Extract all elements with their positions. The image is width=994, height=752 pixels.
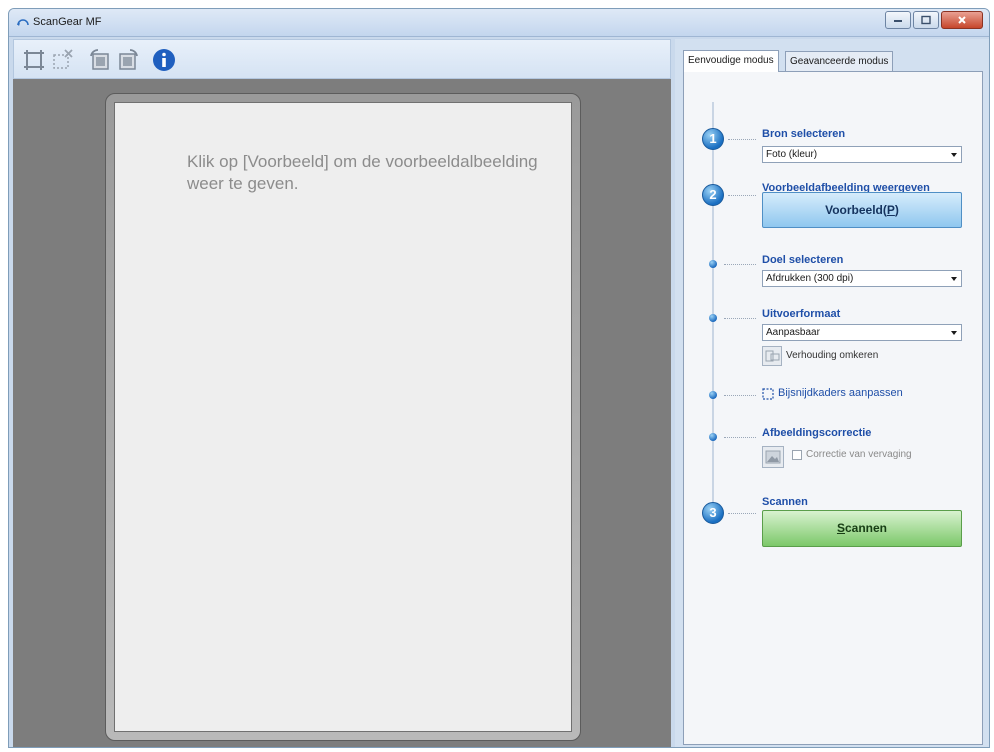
preview-button-key: P	[886, 203, 895, 217]
close-icon	[958, 16, 966, 24]
preview-button-end: )	[894, 203, 899, 217]
scan-button-text: cannen	[845, 521, 888, 535]
preview-message: Klik op [Voorbeeld] om de voorbeeldalbee…	[187, 152, 538, 193]
preview-button[interactable]: Voorbeeld(P)	[762, 192, 962, 228]
swap-ratio-label: Verhouding omkeren	[786, 350, 879, 361]
step-3-badge: 3	[702, 502, 724, 524]
swap-ratio-button[interactable]	[762, 346, 782, 366]
preview-area[interactable]: Klik op [Voorbeeld] om de voorbeeldalbee…	[13, 79, 671, 747]
scangear-logo-icon	[17, 19, 29, 26]
step-connector	[728, 195, 756, 196]
scan-button-key: S	[836, 521, 845, 535]
scan-heading: Scannen	[762, 496, 808, 508]
step-dot-correction	[709, 433, 717, 441]
crop-adjust-link[interactable]: Bijsnijdkaders aanpassen	[778, 387, 903, 399]
chevron-down-icon	[951, 331, 957, 335]
minimize-icon	[894, 20, 902, 22]
step-1-badge: 1	[702, 128, 724, 150]
maximize-button[interactable]	[913, 11, 939, 29]
step-dot-output	[709, 314, 717, 322]
image-correction-icon	[762, 446, 784, 468]
window-controls	[885, 11, 983, 29]
chevron-down-icon	[951, 277, 957, 281]
settings-panel: Eenvoudige modus Geavanceerde modus 1 Br…	[675, 39, 989, 747]
preview-paper[interactable]: Klik op [Voorbeeld] om de voorbeeldalbee…	[114, 102, 572, 732]
scangear-window: ScanGear MF Klik op [Voorbeeld] om de vo…	[8, 8, 990, 748]
output-select[interactable]: Aanpasbaar	[762, 324, 962, 341]
correction-heading: Afbeeldingscorrectie	[762, 427, 872, 439]
step-connector	[724, 395, 756, 396]
title-bar: ScanGear MF	[9, 9, 989, 37]
source-select[interactable]: Foto (kleur)	[762, 146, 962, 163]
step-connector	[724, 264, 756, 265]
step-connector	[728, 513, 756, 514]
destination-select[interactable]: Afdrukken (300 dpi)	[762, 270, 962, 287]
tab-advanced-mode[interactable]: Geavanceerde modus	[785, 51, 894, 71]
scan-button[interactable]: Scannen	[762, 510, 962, 547]
step-connector	[724, 437, 756, 438]
blur-correction-checkbox[interactable]	[792, 450, 802, 460]
info-icon[interactable]	[152, 48, 176, 72]
steps-rail	[712, 102, 714, 502]
preview-button-text: Voorbeeld(	[825, 203, 887, 217]
destination-heading: Doel selecteren	[762, 254, 844, 266]
crop-remove-icon[interactable]	[50, 48, 74, 72]
crop-auto-icon[interactable]	[22, 48, 46, 72]
destination-select-value: Afdrukken (300 dpi)	[766, 273, 854, 284]
source-select-value: Foto (kleur)	[766, 149, 818, 160]
window-title: ScanGear MF	[33, 16, 102, 28]
step-connector	[724, 318, 756, 319]
crop-frame-icon	[762, 388, 774, 400]
preview-frame: Klik op [Voorbeeld] om de voorbeeldalbee…	[105, 93, 581, 741]
minimize-button[interactable]	[885, 11, 911, 29]
close-button[interactable]	[941, 11, 983, 29]
chevron-down-icon	[951, 153, 957, 157]
toolbar	[13, 39, 671, 79]
step-connector	[728, 139, 756, 140]
maximize-icon	[921, 15, 931, 25]
tab-simple-mode[interactable]: Eenvoudige modus	[683, 50, 779, 72]
rotate-left-icon[interactable]	[88, 48, 112, 72]
blur-correction-label: Correctie van vervaging	[806, 449, 912, 460]
swap-ratio-icon	[765, 350, 780, 362]
output-heading: Uitvoerformaat	[762, 308, 841, 320]
step-2-badge: 2	[702, 184, 724, 206]
rotate-right-icon[interactable]	[116, 48, 140, 72]
step-dot-crop	[709, 391, 717, 399]
step-dot-destination	[709, 260, 717, 268]
source-heading: Bron selecteren	[762, 128, 846, 140]
output-select-value: Aanpasbaar	[766, 327, 820, 338]
simple-mode-panel: 1 Bron selecteren Foto (kleur) 2 Voorbee…	[683, 71, 983, 745]
image-icon	[765, 450, 781, 464]
